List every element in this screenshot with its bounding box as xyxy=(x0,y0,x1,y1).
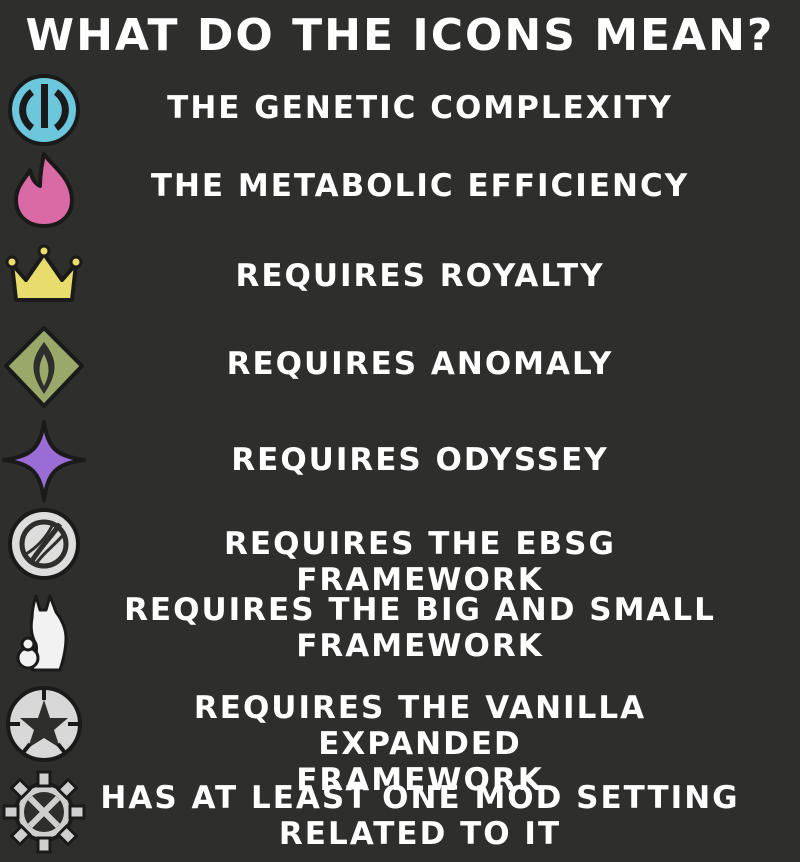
legend-label-line: HAS AT LEAST ONE MOD SETTING xyxy=(100,780,740,816)
legend-label-line: REQUIRES THE VANILLA EXPANDED xyxy=(193,690,647,762)
legend-label-line: REQUIRES THE BIG AND SMALL xyxy=(124,592,716,628)
mod-setting-gear-icon xyxy=(2,770,86,854)
ebsg-framework-icon xyxy=(2,502,86,586)
royalty-crown-icon xyxy=(2,236,86,320)
legend-label: HAS AT LEAST ONE MOD SETTING RELATED TO … xyxy=(95,780,745,852)
metabolic-efficiency-icon xyxy=(2,148,86,232)
odyssey-icon xyxy=(2,418,86,502)
anomaly-icon xyxy=(2,324,86,408)
legend-label: REQUIRES THE BIG AND SMALL FRAMEWORK xyxy=(95,592,745,664)
legend-label: REQUIRES ROYALTY xyxy=(235,258,605,294)
big-and-small-framework-icon xyxy=(2,588,86,672)
legend-label-line: RELATED TO IT xyxy=(278,816,562,852)
page-title: WHAT DO THE ICONS MEAN? xyxy=(25,10,775,61)
legend-label: REQUIRES ANOMALY xyxy=(226,346,614,382)
legend-label: THE METABOLIC EFFICIENCY xyxy=(150,168,690,204)
legend-label: REQUIRES ODYSSEY xyxy=(231,442,609,478)
legend-label-line: FRAMEWORK xyxy=(296,628,544,664)
genetic-complexity-icon xyxy=(2,68,86,152)
vanilla-expanded-framework-icon xyxy=(2,682,86,766)
legend-label: REQUIRES THE EBSG FRAMEWORK xyxy=(224,526,616,598)
legend-label: THE GENETIC COMPLEXITY xyxy=(167,90,673,126)
